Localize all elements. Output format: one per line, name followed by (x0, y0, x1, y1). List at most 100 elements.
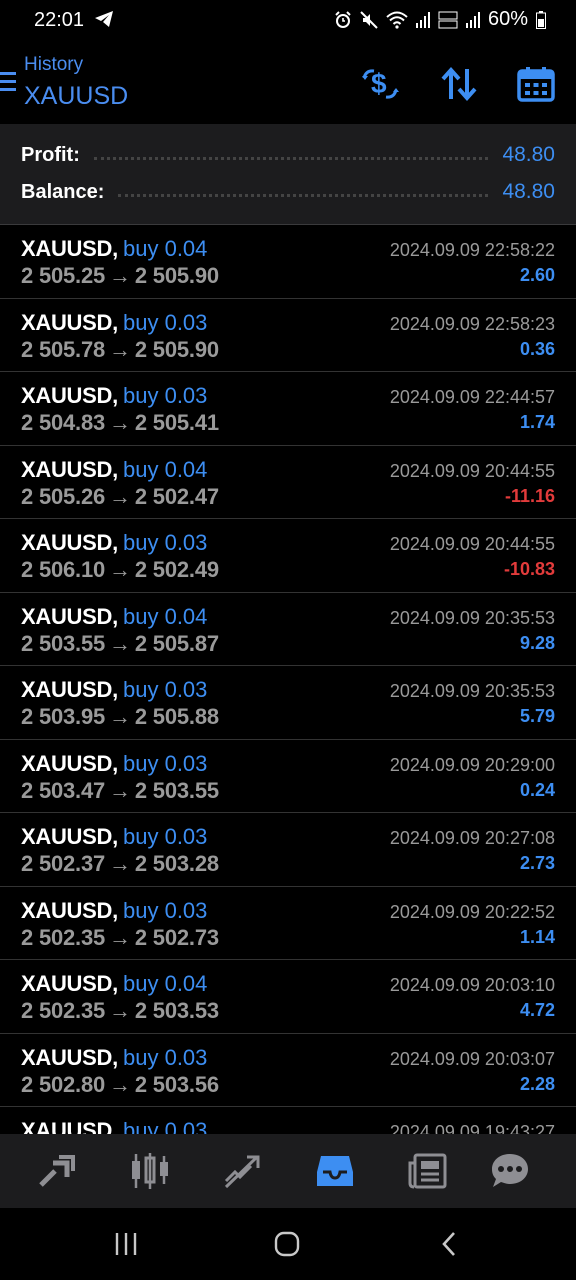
deal-prices: 2 503.55 → 2 505.87 (21, 631, 219, 657)
dollar-swap-icon: $ (362, 68, 399, 99)
deal-row[interactable]: XAUUSD, buy 0.03 2 504.83 → 2 505.41 2024.09.… (0, 372, 576, 446)
deal-side-volume: buy 0.03 (123, 750, 208, 776)
arrow-icon: → (109, 483, 131, 509)
header-title[interactable]: XAUUSD (24, 82, 128, 111)
bottom-tab-bar (0, 1134, 576, 1208)
dotted-leader (118, 193, 489, 197)
deal-profit: 9.28 (519, 632, 555, 653)
close-price: 2 503.55 (134, 777, 219, 803)
currency-button[interactable]: $ (358, 62, 402, 106)
deal-prices: 2 502.37 → 2 503.28 (21, 851, 219, 877)
sort-button[interactable] (437, 62, 481, 106)
close-price: 2 505.41 (134, 410, 219, 435)
back-icon[interactable] (438, 1230, 460, 1258)
balance-row: Balance: 48.80 (21, 178, 555, 206)
deal-datetime: 2024.09.09 22:58:23 (389, 313, 555, 334)
close-price: 2 502.47 (134, 483, 219, 509)
tab-history[interactable] (312, 1148, 358, 1194)
signal-icon-2 (465, 11, 480, 28)
deal-datetime: 2024.09.09 20:03:07 (389, 1048, 555, 1069)
deal-symbol: XAUUSD, (21, 530, 118, 555)
deal-prices: 2 502.80 → 2 503.56 (21, 1072, 219, 1098)
deal-row[interactable]: XAUUSD, buy 0.03 2 502.35 → 2 502.73 2024.09.… (0, 887, 576, 960)
deal-symbol: XAUUSD, (21, 897, 118, 923)
mute-icon (360, 10, 378, 29)
deal-profit: -11.16 (504, 485, 555, 506)
deal-side-volume: buy 0.03 (123, 897, 208, 923)
open-price: 2 502.37 (21, 851, 106, 876)
deal-row[interactable]: XAUUSD, buy 0.03 2 502.80 → 2 503.56 2024.09.… (0, 1034, 576, 1107)
deals-list[interactable]: XAUUSD, buy 0.04 2 505.25 → 2 505.90 2024.09.… (0, 225, 576, 1134)
deal-symbol: XAUUSD, (21, 1044, 118, 1070)
close-price: 2 502.49 (134, 557, 219, 582)
deal-side-volume: buy 0.04 (123, 236, 208, 261)
profit-value: 48.80 (502, 143, 555, 166)
deal-prices: 2 505.25 → 2 505.90 (21, 263, 219, 289)
open-price: 2 505.78 (21, 336, 106, 362)
battery-icon (536, 10, 546, 29)
deal-row[interactable]: XAUUSD, buy 0.03 2024.09.09 19:43:27 (0, 1107, 576, 1134)
deal-datetime: 2024.09.09 22:58:22 (389, 240, 555, 260)
open-price: 2 504.83 (21, 410, 106, 435)
sort-icon (441, 67, 477, 101)
history-icon (317, 1156, 353, 1186)
deal-row[interactable]: XAUUSD, buy 0.03 2 503.47 → 2 503.55 2024.09.… (0, 740, 576, 813)
arrow-icon: → (109, 410, 131, 435)
arrow-icon: → (109, 1071, 131, 1097)
menu-icon[interactable] (0, 70, 16, 94)
deal-row[interactable]: XAUUSD, buy 0.03 2 505.78 → 2 505.90 2024.09.… (0, 299, 576, 372)
close-price: 2 505.87 (134, 630, 219, 656)
tab-chat[interactable] (487, 1148, 533, 1194)
deal-row[interactable]: XAUUSD, buy 0.03 2 502.37 → 2 503.28 2024.09.… (0, 813, 576, 887)
deal-row[interactable]: XAUUSD, buy 0.04 2 505.25 → 2 505.90 2024.09.… (0, 225, 576, 299)
close-price: 2 505.90 (134, 263, 219, 288)
deal-row[interactable]: XAUUSD, buy 0.03 2 503.95 → 2 505.88 2024.09.… (0, 666, 576, 740)
tab-chart[interactable] (127, 1148, 173, 1194)
profit-label: Profit: (21, 143, 80, 166)
deal-profit: 2.73 (519, 853, 555, 873)
deal-profit: 5.79 (519, 706, 555, 726)
arrow-icon: → (109, 851, 131, 876)
deal-row[interactable]: XAUUSD, buy 0.04 2 503.55 → 2 505.87 2024.09.… (0, 593, 576, 666)
deal-row[interactable]: XAUUSD, buy 0.04 2 502.35 → 2 503.53 2024.09.… (0, 960, 576, 1034)
deal-prices: 2 505.78 → 2 505.90 (21, 337, 219, 363)
deal-symbol: XAUUSD, (21, 456, 118, 482)
wifi-icon (386, 11, 408, 29)
close-price: 2 503.28 (134, 851, 219, 876)
profit-row: Profit: 48.80 (21, 141, 555, 169)
deal-side-volume: buy 0.04 (123, 971, 208, 996)
tab-news[interactable] (404, 1148, 450, 1194)
deal-side-volume: buy 0.03 (123, 677, 208, 702)
arrow-icon: → (109, 704, 131, 729)
calendar-button[interactable] (514, 62, 558, 106)
deal-row[interactable]: XAUUSD, buy 0.04 2 505.26 → 2 502.47 2024.09.… (0, 446, 576, 519)
deal-symbol: XAUUSD, (21, 309, 118, 335)
calendar-icon (517, 67, 555, 102)
app-header: History XAUUSD $ (0, 44, 576, 124)
status-bar: 22:01 60% (0, 0, 576, 44)
deal-prices: 2 504.83 → 2 505.41 (21, 410, 219, 436)
deal-datetime: 2024.09.09 20:35:53 (389, 681, 555, 701)
tab-trade[interactable] (220, 1148, 266, 1194)
deal-datetime: 2024.09.09 20:22:52 (389, 901, 555, 922)
deal-profit: 2.28 (519, 1073, 555, 1094)
arrow-icon: → (109, 998, 131, 1023)
chat-icon (492, 1154, 528, 1187)
news-icon (408, 1153, 447, 1189)
close-price: 2 502.73 (134, 924, 219, 950)
deal-side-volume: buy 0.03 (123, 383, 208, 408)
arrow-icon: → (109, 630, 131, 656)
open-price: 2 505.25 (21, 263, 106, 288)
deal-prices: 2 502.35 → 2 503.53 (21, 998, 219, 1024)
arrow-icon: → (109, 336, 131, 362)
trade-icon (224, 1155, 260, 1189)
arrow-icon: → (109, 557, 131, 582)
tab-quotes[interactable] (34, 1148, 80, 1194)
deal-profit: 0.36 (519, 338, 555, 359)
status-time: 22:01 (34, 9, 85, 31)
deal-side-volume: buy 0.04 (123, 603, 208, 629)
home-icon[interactable] (273, 1230, 301, 1258)
deal-symbol: XAUUSD, (21, 677, 118, 702)
deal-row[interactable]: XAUUSD, buy 0.03 2 506.10 → 2 502.49 2024.09.… (0, 519, 576, 593)
recent-apps-icon[interactable] (114, 1230, 138, 1258)
